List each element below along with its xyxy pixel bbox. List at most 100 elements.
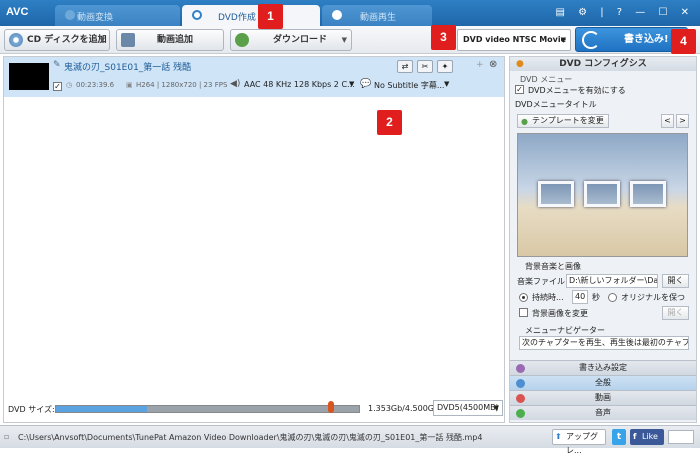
change-template-label: テンプレートを変更 — [532, 116, 604, 125]
upgrade-icon: ⬆ — [555, 432, 562, 441]
add-icon[interactable]: + — [476, 60, 484, 70]
chevron-down-icon[interactable]: ▼ — [444, 80, 449, 88]
prev-template-button[interactable]: < — [661, 114, 674, 128]
section-audio[interactable]: 音声 — [510, 405, 696, 420]
list-item[interactable]: ✎ 鬼滅の刃_S01E01_第一話 残酷 ✓ ◷ 00:23:39.6 ▣ H2… — [4, 57, 504, 97]
panel-title: DVD コンフィグシス — [559, 59, 647, 69]
open-music-button[interactable]: 開く — [662, 274, 689, 288]
edit-pencil-icon[interactable]: ✎ — [53, 60, 61, 70]
music-file-label: 音楽ファイル — [517, 277, 565, 286]
upgrade-button[interactable]: ⬆ アップグレ... — [552, 429, 606, 455]
chevron-down-icon[interactable]: ▼ — [349, 80, 354, 88]
section-label: 動画 — [595, 393, 611, 402]
play-icon — [332, 10, 342, 20]
dvd-size-progress — [55, 401, 360, 413]
facebook-icon: f — [633, 432, 637, 441]
section-video[interactable]: 動画 — [510, 390, 696, 405]
fire-icon: ● — [516, 59, 524, 69]
progress-fill — [56, 406, 147, 412]
upgrade-label: アップグレ... — [566, 432, 598, 455]
video-icon — [516, 394, 525, 403]
callout-badge-1: 1 — [258, 4, 283, 29]
title-bar: AVC 動画変換 DVD作成 動画再生 ▤ ⚙ | ? — ☐ ✕ — [0, 0, 700, 26]
preview-frame — [630, 181, 666, 207]
close-icon[interactable]: ⊗ — [489, 59, 497, 70]
dvd-size-value: 1.353Gb/4.500Gb — [368, 404, 440, 413]
file-codec: H264 | 1280x720 | 23 FPS — [136, 81, 228, 89]
cd-icon — [9, 33, 23, 47]
template-icon: ● — [521, 117, 528, 126]
add-video-label: 動画追加 — [157, 35, 194, 45]
keep-original-radio[interactable] — [608, 293, 617, 302]
magic-wand-icon[interactable]: ✦ — [437, 60, 453, 73]
video-codec-icon: ▣ — [126, 81, 133, 89]
chevron-down-icon: ▼ — [341, 36, 347, 44]
panel-header: ● DVD コンフィグシス — [510, 57, 696, 71]
download-label: ダウンロード — [273, 35, 328, 45]
add-video-button[interactable]: 動画追加 — [116, 29, 224, 51]
general-icon — [516, 379, 525, 388]
file-path: C:\Users\Anvsoft\Documents\TunePat Amazo… — [18, 433, 483, 442]
chevron-down-icon: ▼ — [99, 36, 105, 44]
disc-type-select[interactable]: DVD5(4500MB) ▼ — [433, 400, 503, 416]
download-globe-icon — [235, 33, 249, 47]
download-button[interactable]: ダウンロード ▼ — [230, 29, 352, 51]
chevron-down-icon: ▼ — [493, 404, 499, 412]
menu-title-label: DVDメニュータイトル — [515, 100, 597, 109]
seconds-label: 秒 — [592, 293, 600, 302]
change-template-button[interactable]: ● テンプレートを変更 — [517, 114, 609, 128]
callout-badge-3: 3 — [431, 25, 456, 50]
tab-video-convert[interactable]: 動画変換 — [55, 5, 180, 26]
callout-badge-2: 2 — [377, 110, 402, 135]
music-file-input[interactable]: D:\新しいフォルダー\Data — [566, 274, 658, 288]
convert-icon — [65, 10, 75, 20]
duration-input[interactable]: 40 — [572, 290, 588, 304]
add-cd-button[interactable]: CD ディスクを追加 ▼ — [4, 29, 110, 51]
open-image-button[interactable]: 開く — [662, 306, 689, 320]
callout-badge-4: 4 — [671, 29, 696, 54]
dvd-size-label: DVD サイズ: — [8, 405, 55, 414]
file-list: ✎ 鬼滅の刃_S01E01_第一話 残酷 ✓ ◷ 00:23:39.6 ▣ H2… — [3, 56, 505, 423]
film-icon — [121, 33, 135, 47]
navigator-select[interactable]: 次のチャプターを再生、再生後は最初のチャプタ — [519, 336, 689, 350]
capacity-marker-icon — [328, 401, 334, 413]
speaker-icon: ◀) — [230, 79, 241, 89]
layout-switch-icon[interactable] — [668, 430, 694, 444]
chevron-down-icon: ▼ — [560, 36, 566, 44]
twitter-button[interactable]: t — [612, 429, 626, 445]
file-icon: ▫ — [4, 432, 10, 441]
file-checkbox[interactable]: ✓ — [53, 82, 62, 91]
change-bg-image-checkbox[interactable] — [519, 308, 528, 317]
status-bar: ▫ C:\Users\Anvsoft\Documents\TunePat Ama… — [0, 425, 700, 455]
scissors-icon[interactable]: ✂ — [417, 60, 433, 73]
output-profile-select[interactable]: DVD video NTSC Movie ▼ — [457, 29, 571, 51]
file-duration: 00:23:39.6 — [76, 81, 115, 89]
section-burn-settings[interactable]: 書き込み設定 — [510, 360, 696, 375]
dvd-size-bar: DVD サイズ: 1.353Gb/4.500Gb DVD5(4500MB) ▼ — [3, 398, 505, 420]
facebook-like-button[interactable]: f Like — [630, 429, 664, 445]
next-template-button[interactable]: > — [676, 114, 689, 128]
disc-type-value: DVD5(4500MB) — [437, 403, 499, 412]
duration-radio[interactable] — [519, 293, 528, 302]
menu-group-label: DVD メニュー — [520, 75, 573, 84]
swap-icon[interactable]: ⇄ — [397, 60, 413, 73]
tab-label: 動画変換 — [77, 13, 114, 23]
keep-original-label: オリジナルを保つ — [621, 293, 685, 302]
facebook-label: Like — [642, 432, 658, 441]
burn-label: 書き込み! — [624, 34, 669, 45]
audio-track-select[interactable]: AAC 48 KHz 128 Kbps 2 C... — [244, 80, 355, 89]
refresh-burn-icon — [582, 31, 600, 49]
window-controls[interactable]: ▤ ⚙ | ? — ☐ ✕ — [555, 7, 694, 18]
preview-frame — [584, 181, 620, 207]
tab-dvd-create[interactable]: DVD作成 — [182, 5, 320, 26]
tab-label: 動画再生 — [360, 13, 397, 23]
preview-frame — [538, 181, 574, 207]
enable-menu-checkbox[interactable]: ✓ — [515, 85, 524, 94]
video-thumbnail — [9, 63, 49, 90]
bgm-group-label: 背景音楽と画像 — [525, 262, 581, 271]
tab-label: DVD作成 — [218, 13, 256, 23]
file-name: 鬼滅の刃_S01E01_第一話 残酷 — [64, 63, 192, 73]
section-general[interactable]: 全般 — [510, 375, 696, 390]
subtitle-select[interactable]: No Subtitle 字幕... — [374, 80, 444, 91]
tab-video-play[interactable]: 動画再生 — [322, 5, 432, 26]
